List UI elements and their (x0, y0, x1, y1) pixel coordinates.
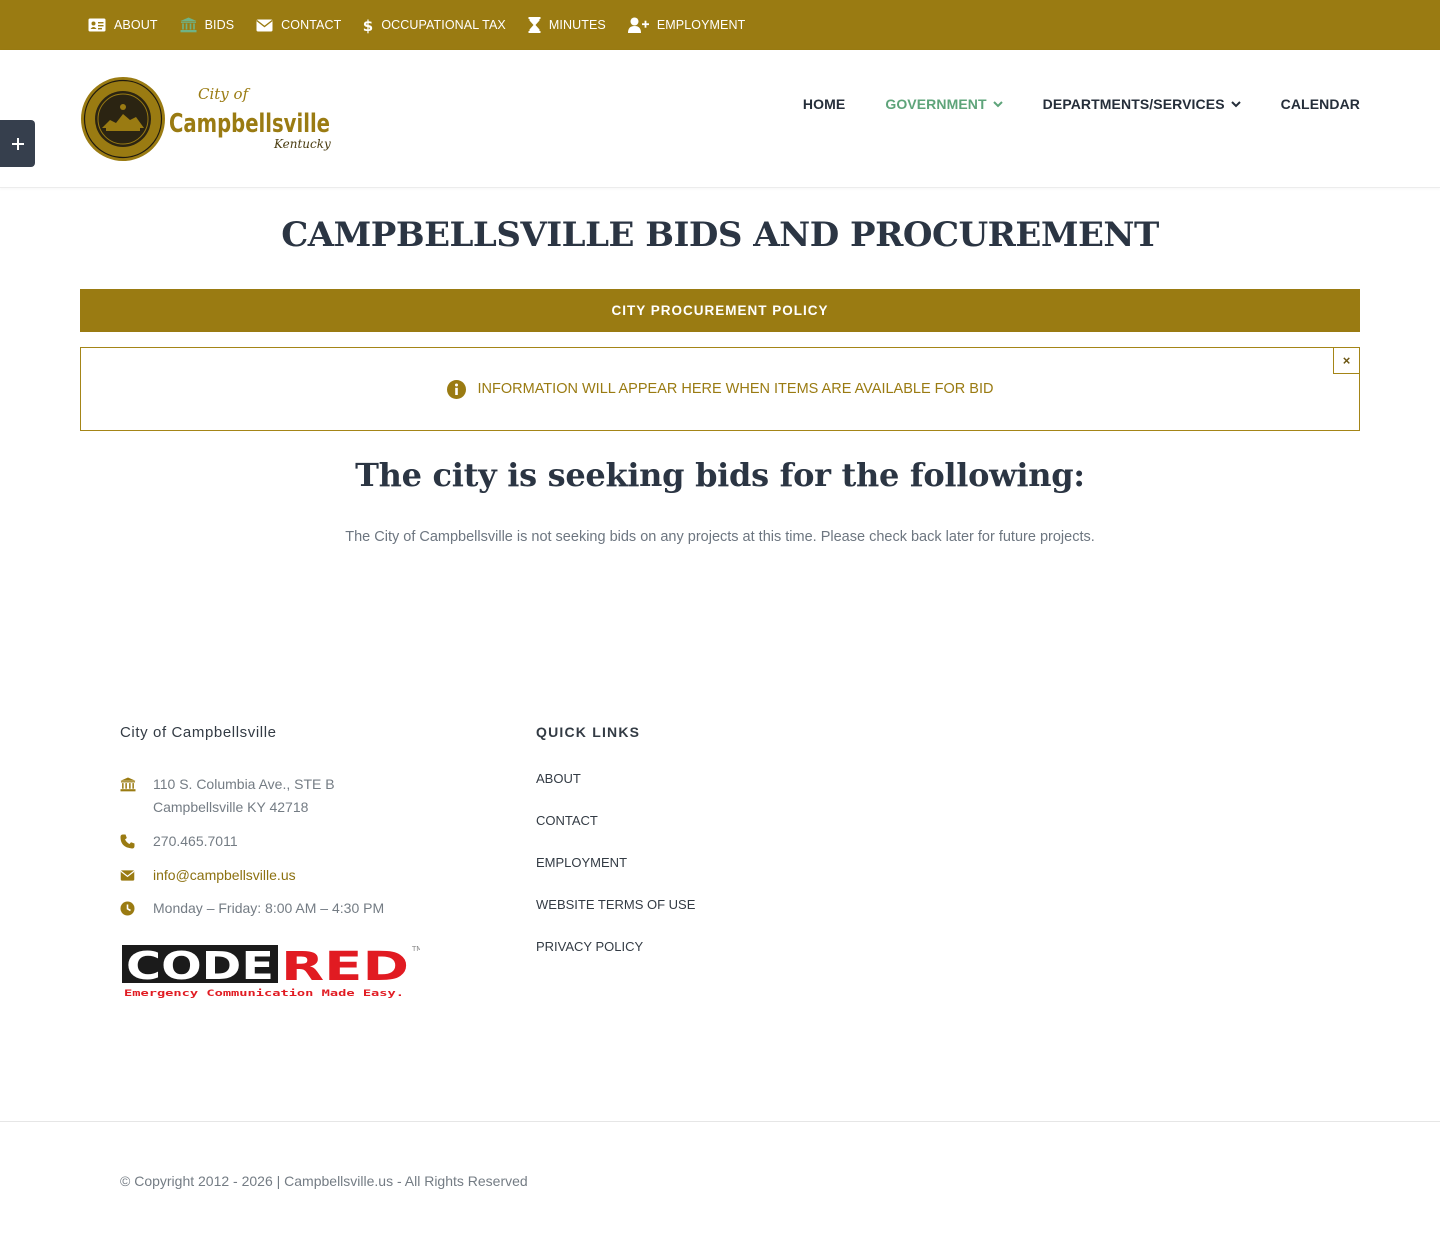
procurement-policy-button[interactable]: CITY PROCUREMENT POLICY (80, 289, 1360, 332)
city-seal-icon (81, 77, 165, 161)
dollar-icon: $ (363, 17, 373, 34)
email-link[interactable]: info@campbellsville.us (153, 864, 296, 887)
chevron-down-icon (1230, 100, 1241, 107)
copyright-text: © Copyright 2012 - 2026 | Campbellsville… (120, 1173, 528, 1189)
svg-text:CODE: CODE (126, 944, 274, 988)
nav-home[interactable]: HOME (803, 96, 845, 112)
bank-icon (180, 17, 197, 33)
nav-home-label: HOME (802, 96, 846, 112)
alert-message: INFORMATION WILL APPEAR HERE WHEN ITEMS … (446, 379, 994, 399)
nav-departments-services-label: DEPARTMENTS/SERVICES (1042, 96, 1225, 112)
top-bar: ABOUT BIDS CONTACT $ OCCUPATIONAL TAX MI… (0, 0, 1440, 50)
nav-government-label: GOVERNMENT (885, 96, 987, 112)
top-nav-contact-label: CONTACT (281, 18, 342, 32)
city-logo[interactable]: City of Campbellsville Kentucky (80, 76, 332, 164)
envelope-icon (256, 19, 273, 31)
nav-calendar[interactable]: CALENDAR (1281, 96, 1360, 112)
id-card-icon (88, 18, 106, 32)
quick-links-title: QUICK LINKS (536, 724, 641, 740)
svg-text:City of: City of (198, 85, 251, 103)
top-nav-occupational-tax-label: OCCUPATIONAL TAX (381, 18, 506, 32)
alert-message-text: INFORMATION WILL APPEAR HERE WHEN ITEMS … (477, 381, 994, 397)
top-nav-employment-label: EMPLOYMENT (656, 18, 746, 32)
nav-calendar-label: CALENDAR (1280, 96, 1360, 112)
main-nav: HOME GOVERNMENT DEPARTMENTS/SERVICES CAL… (763, 96, 1360, 112)
address-line1: 110 S. Columbia Ave., STE B (153, 776, 335, 792)
page-title: CAMPBELLSVILLE BIDS AND PROCUREMENT (281, 215, 1159, 255)
top-nav-about-label: ABOUT (114, 18, 158, 32)
no-bids-notice: The City of Campbellsville is not seekin… (345, 529, 1095, 545)
footer-email: info@campbellsville.us (120, 864, 296, 887)
envelope-icon (120, 870, 135, 881)
top-nav: ABOUT BIDS CONTACT $ OCCUPATIONAL TAX MI… (88, 0, 767, 50)
plus-icon (11, 137, 24, 150)
info-alert: INFORMATION WILL APPEAR HERE WHEN ITEMS … (80, 347, 1360, 431)
top-nav-contact[interactable]: CONTACT (256, 18, 341, 32)
codered-logo[interactable]: CODE RED TM Emergency Communication Made… (120, 942, 420, 1002)
nav-departments-services[interactable]: DEPARTMENTS/SERVICES (1043, 96, 1241, 112)
info-circle-icon (446, 379, 466, 399)
phone-number: 270.465.7011 (153, 833, 238, 849)
footer-contact: City of Campbellsville 110 S. Columbia A… (120, 724, 480, 916)
top-nav-employment[interactable]: EMPLOYMENT (627, 17, 746, 33)
bank-icon (120, 777, 136, 792)
footer-divider (0, 1121, 1440, 1122)
top-nav-bids-label: BIDS (204, 18, 235, 32)
top-nav-occupational-tax[interactable]: $ OCCUPATIONAL TAX (363, 17, 506, 34)
svg-text:$: $ (363, 17, 373, 34)
top-nav-minutes[interactable]: MINUTES (528, 17, 606, 33)
quick-link-privacy[interactable]: PRIVACY POLICY (536, 939, 643, 954)
svg-text:TM: TM (411, 945, 420, 953)
svg-text:Kentucky: Kentucky (273, 137, 331, 151)
top-nav-minutes-label: MINUTES (548, 18, 606, 32)
clock-icon (120, 901, 135, 916)
top-nav-about[interactable]: ABOUT (88, 18, 158, 32)
chevron-down-icon (992, 100, 1003, 107)
footer-org-title: City of Campbellsville (120, 724, 277, 741)
quick-link-about[interactable]: ABOUT (536, 771, 581, 786)
quick-link-employment[interactable]: EMPLOYMENT (536, 855, 627, 870)
user-plus-icon (627, 17, 649, 33)
hourglass-icon (528, 17, 541, 33)
seeking-heading: The city is seeking bids for the followi… (355, 456, 1085, 494)
quick-link-terms[interactable]: WEBSITE TERMS OF USE (536, 897, 695, 912)
address-line2: Campbellsville KY 42718 (153, 799, 309, 815)
footer-quick-links: QUICK LINKS ABOUT CONTACT EMPLOYMENT WEB… (536, 724, 836, 954)
nav-government[interactable]: GOVERNMENT (885, 96, 1003, 112)
footer-phone: 270.465.7011 (120, 830, 238, 853)
top-nav-bids[interactable]: BIDS (180, 17, 235, 33)
office-hours: Monday – Friday: 8:00 AM – 4:30 PM (153, 900, 385, 916)
site-header: City of Campbellsville Kentucky HOME GOV… (0, 50, 1440, 188)
footer-hours: Monday – Friday: 8:00 AM – 4:30 PM (120, 897, 384, 920)
sliding-bar-toggle[interactable] (0, 120, 35, 167)
phone-icon (120, 834, 135, 849)
alert-close-button[interactable]: × (1333, 347, 1360, 374)
svg-text:RED: RED (281, 944, 409, 990)
svg-text:Emergency Communication Made E: Emergency Communication Made Easy. (124, 988, 404, 999)
svg-text:Campbellsville: Campbellsville (169, 109, 330, 139)
quick-link-contact[interactable]: CONTACT (536, 813, 598, 828)
footer-address: 110 S. Columbia Ave., STE B Campbellsvil… (120, 773, 335, 819)
